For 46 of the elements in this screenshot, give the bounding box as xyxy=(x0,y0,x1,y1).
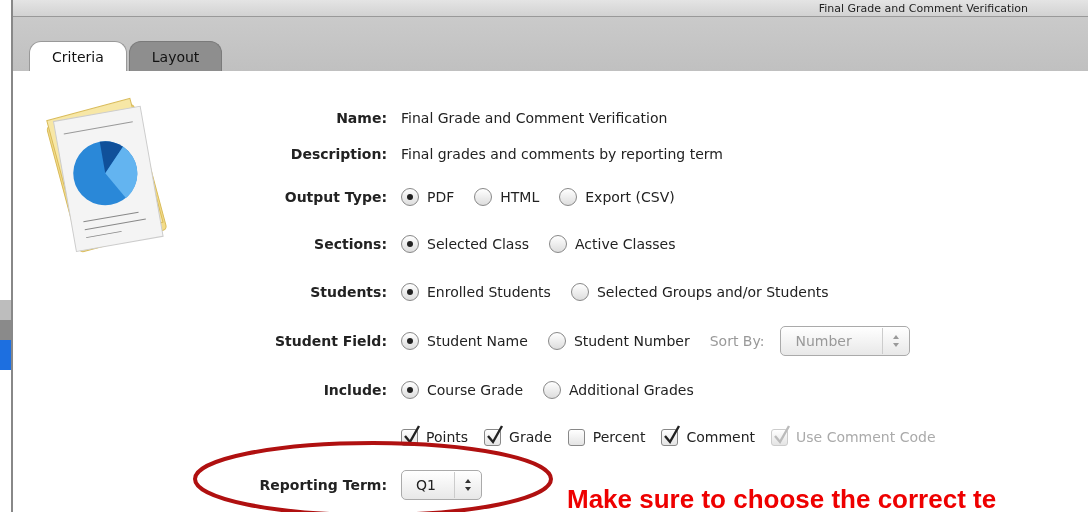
radio-button[interactable] xyxy=(549,234,567,253)
option-label: Percent xyxy=(592,429,646,445)
radio-button[interactable] xyxy=(570,282,589,301)
tab[interactable]: Criteria xyxy=(29,41,127,71)
annotation-text: Make sure to choose the correct te xyxy=(567,484,997,512)
radio-button[interactable] xyxy=(401,234,419,253)
window-title: Final Grade and Comment Verification xyxy=(818,1,1028,15)
field-label: Name: xyxy=(335,109,387,126)
option-label: Student Name xyxy=(427,333,528,349)
field-label: Student Field: xyxy=(273,333,387,349)
option-label: HTML xyxy=(500,189,540,205)
option-label: Selected Class xyxy=(427,235,529,252)
field-label: Description: xyxy=(289,146,387,162)
option-label: PDF xyxy=(427,189,455,205)
option-label: Use Comment Code xyxy=(796,429,936,445)
field-label: Students: xyxy=(309,283,387,300)
option-label: Export (CSV) xyxy=(585,189,675,205)
option-label: Course Grade xyxy=(427,381,523,398)
radio-button[interactable] xyxy=(474,188,493,206)
radio-button[interactable] xyxy=(401,332,419,350)
field-label: Reporting Term: xyxy=(258,477,387,493)
tab[interactable]: Layout xyxy=(128,41,223,71)
option-label: Active Classes xyxy=(575,235,676,252)
checkbox[interactable] xyxy=(661,428,679,446)
option-label: Additional Grades xyxy=(569,381,694,398)
radio-button[interactable] xyxy=(543,380,561,399)
option-label: Enrolled Students xyxy=(427,283,551,300)
option-label: Selected Groups and/or Students xyxy=(596,283,829,300)
radio-button[interactable] xyxy=(559,188,578,206)
radio-button[interactable] xyxy=(401,282,419,301)
sort-label: Sort By: xyxy=(709,333,765,349)
option-label: Points xyxy=(426,429,469,445)
radio-button[interactable] xyxy=(547,332,566,350)
option-label: Student Number xyxy=(573,333,690,349)
radio-button[interactable] xyxy=(401,188,419,206)
field-value: Final grades and comments by reporting term xyxy=(401,146,723,162)
option-label: Grade xyxy=(509,429,552,445)
field-value: Final Grade and Comment Verification xyxy=(401,109,668,126)
field-label: Sections: xyxy=(313,235,387,252)
field-label: Output Type: xyxy=(283,189,387,205)
checkbox[interactable] xyxy=(484,428,502,446)
checkbox[interactable] xyxy=(567,428,585,446)
radio-button[interactable] xyxy=(401,380,419,399)
option-label: Comment xyxy=(686,429,756,445)
term-select[interactable]: Q1 xyxy=(401,470,482,500)
field-label: Include: xyxy=(322,381,387,398)
